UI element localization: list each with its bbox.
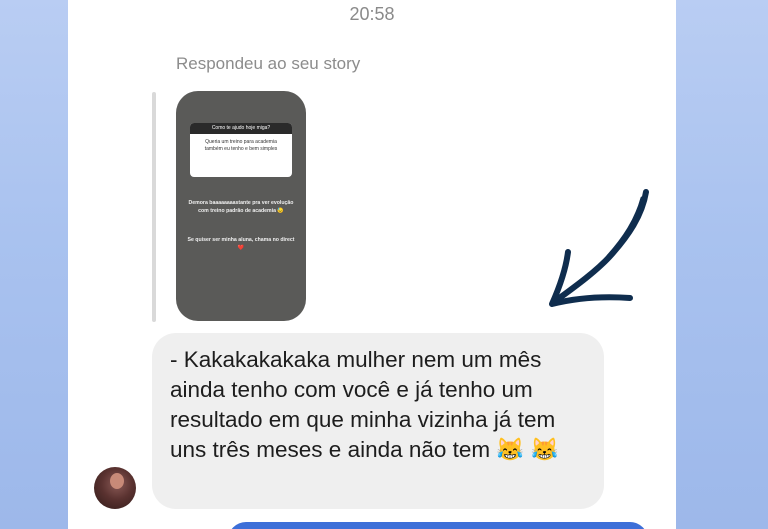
user-avatar[interactable]: [94, 467, 136, 509]
story-question-sticker: Como te ajudo hoje miga? Queria um trein…: [190, 123, 292, 177]
message-timestamp: 20:58: [349, 4, 395, 24]
left-background: [0, 0, 68, 529]
story-reply-label: Respondeu ao seu story: [176, 54, 361, 73]
story-question: Como te ajudo hoje miga?: [190, 123, 292, 134]
story-caption: Demora baaaaaaaastante pra ver evolução …: [188, 200, 294, 214]
chat-panel: 20:58 Respondeu ao seu story Como te aju…: [68, 0, 676, 529]
next-message-bubble: [228, 522, 648, 529]
story-thumbnail[interactable]: Como te ajudo hoje miga? Queria um trein…: [176, 91, 306, 321]
hand-drawn-arrow-icon: [549, 189, 649, 307]
right-background: [676, 0, 768, 529]
quote-bar: [152, 92, 156, 322]
message-bubble[interactable]: - Kakakakakaka mulher nem um mês ainda t…: [152, 333, 604, 509]
story-answer: Queria um treino para academia também eu…: [204, 139, 278, 152]
story-cta: Se quiser ser minha aluna, chama no dire…: [187, 237, 295, 251]
